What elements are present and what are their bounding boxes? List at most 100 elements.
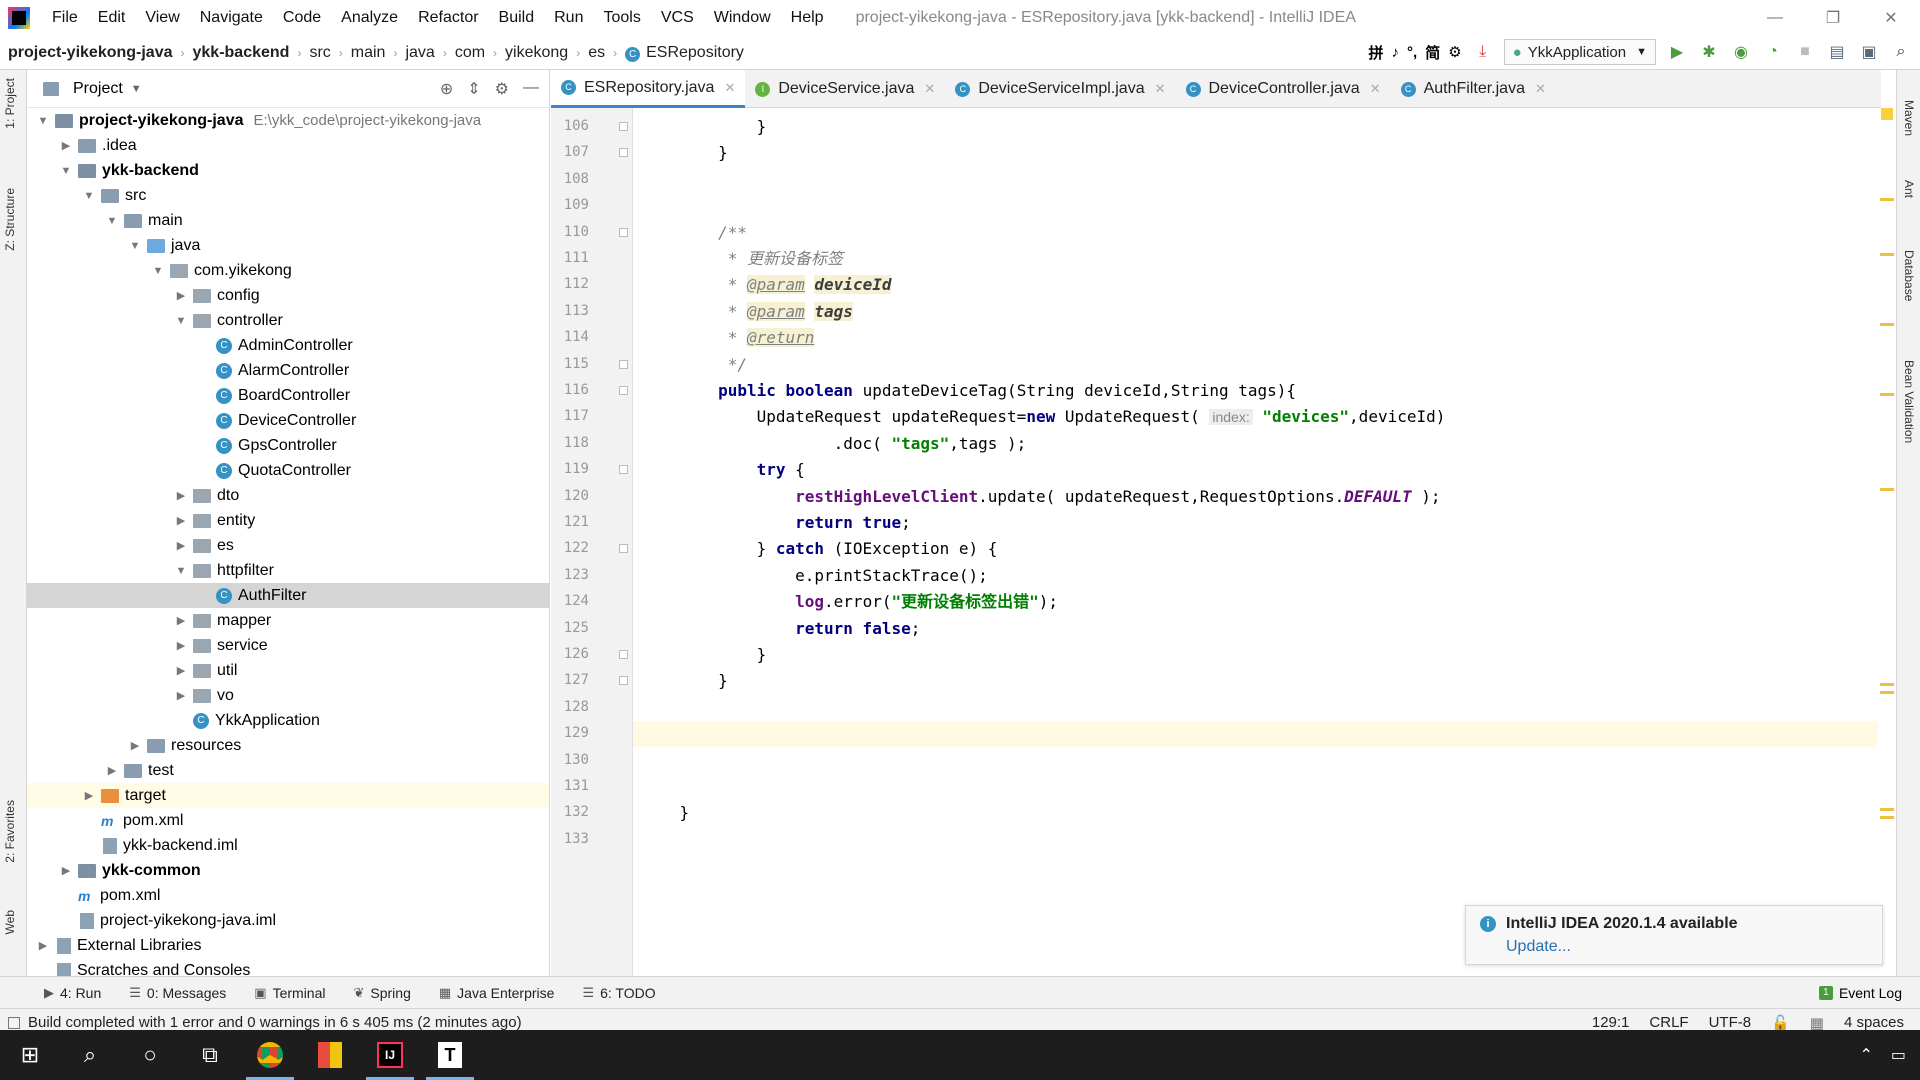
code-line[interactable]: .doc( "tags",tags ); (633, 431, 1027, 457)
tool-tab-ant[interactable]: Ant (1902, 180, 1916, 198)
tree-node[interactable]: ▼ main (27, 208, 549, 233)
code-line[interactable] (633, 721, 1878, 748)
locate-icon[interactable]: ⊕ (440, 79, 453, 99)
close-button[interactable]: ✕ (1862, 0, 1920, 36)
editor-tab[interactable]: I DeviceService.java ✕ (745, 70, 945, 108)
fold-marker-icon[interactable] (619, 544, 628, 554)
gear-icon[interactable]: ⚙ (495, 79, 509, 99)
code-line[interactable]: */ (633, 352, 747, 378)
breadcrumb-item[interactable]: main (343, 44, 394, 62)
fold-marker-icon[interactable] (619, 676, 628, 686)
tree-node[interactable]: ▶ entity (27, 508, 549, 533)
tree-node[interactable]: ▼ controller (27, 308, 549, 333)
tool-tab-favorites[interactable]: 2: Favorites (3, 800, 17, 863)
close-tab-icon[interactable]: ✕ (1155, 81, 1166, 97)
debug-icon[interactable]: ✱ (1698, 41, 1720, 63)
expanded-arrow-icon[interactable]: ▼ (58, 165, 74, 177)
chevron-down-icon[interactable]: ▼ (131, 83, 142, 95)
code-line[interactable]: return false; (633, 616, 920, 642)
tray-chevron-icon[interactable]: ⌃ (1859, 1045, 1872, 1065)
collapsed-arrow-icon[interactable]: ▶ (173, 614, 189, 627)
line-number[interactable]: 108 (551, 171, 589, 187)
event-log-button[interactable]: 1 Event Log (1818, 985, 1920, 1001)
tree-node[interactable]: C YkkApplication (27, 708, 549, 733)
tool-tab-structure[interactable]: Z: Structure (3, 188, 17, 251)
ime-icon[interactable]: ♪ (1392, 44, 1400, 61)
fold-marker-icon[interactable] (619, 465, 628, 475)
tree-node[interactable]: C QuotaController (27, 458, 549, 483)
status-message[interactable]: Build completed with 1 error and 0 warni… (28, 1014, 522, 1031)
run-icon[interactable]: ▶ (1666, 41, 1688, 63)
line-number[interactable]: 115 (551, 356, 589, 372)
code-line[interactable]: } (633, 800, 690, 826)
typora-icon[interactable]: T (420, 1030, 480, 1080)
menu-tools[interactable]: Tools (593, 9, 650, 27)
start-icon[interactable]: ⊞ (0, 1030, 60, 1080)
close-tab-icon[interactable]: ✕ (724, 80, 735, 96)
line-number[interactable]: 128 (551, 699, 589, 715)
fold-marker-icon[interactable] (619, 122, 628, 131)
tree-node[interactable]: ▶ test (27, 758, 549, 783)
expanded-arrow-icon[interactable]: ▼ (173, 315, 189, 327)
fold-marker-icon[interactable] (619, 650, 628, 659)
line-number[interactable]: 117 (551, 408, 589, 424)
stop-icon[interactable]: ■ (1794, 41, 1816, 63)
collapsed-arrow-icon[interactable]: ▶ (81, 789, 97, 802)
inspection-status-icon[interactable] (1881, 108, 1893, 120)
line-number[interactable]: 131 (551, 778, 589, 794)
line-number[interactable]: 114 (551, 329, 589, 345)
code-line[interactable]: } catch (IOException e) { (633, 536, 998, 562)
line-number[interactable]: 120 (551, 488, 589, 504)
search-icon[interactable]: ⌕ (60, 1030, 120, 1080)
line-number[interactable]: 110 (551, 224, 589, 240)
collapsed-arrow-icon[interactable]: ▶ (173, 514, 189, 527)
tool-window-button[interactable]: ▦ Java Enterprise (425, 985, 569, 1001)
collapsed-arrow-icon[interactable]: ▶ (173, 689, 189, 702)
code-line[interactable] (633, 774, 641, 800)
code-line[interactable]: return true; (633, 510, 911, 536)
line-number[interactable]: 123 (551, 567, 589, 583)
menu-analyze[interactable]: Analyze (331, 9, 408, 27)
code-line[interactable]: * @param deviceId (633, 272, 892, 298)
coverage-icon[interactable]: ◉ (1730, 41, 1752, 63)
stripe-marker[interactable] (1880, 253, 1894, 256)
menu-build[interactable]: Build (489, 9, 545, 27)
expanded-arrow-icon[interactable]: ▼ (150, 265, 166, 277)
code-line[interactable] (633, 827, 641, 853)
close-tab-icon[interactable]: ✕ (1535, 81, 1546, 97)
tool-window-button[interactable]: ▶ 4: Run (30, 985, 115, 1001)
tree-node[interactable]: ▶ mapper (27, 608, 549, 633)
tree-node[interactable]: ▶ config (27, 283, 549, 308)
breadcrumb-item[interactable]: es (580, 44, 613, 62)
profile-icon[interactable]: ◔ (1762, 41, 1784, 63)
line-number[interactable]: 122 (551, 540, 589, 556)
code-line[interactable]: log.error("更新设备标签出错"); (633, 589, 1058, 615)
tool-tab-database[interactable]: Database (1902, 250, 1916, 301)
tree-node[interactable]: m pom.xml (27, 808, 549, 833)
search-icon[interactable]: ⌕ (1890, 41, 1912, 63)
indent-setting[interactable]: 4 spaces (1844, 1014, 1904, 1032)
code-line[interactable]: * 更新设备标签 (633, 246, 843, 272)
stripe-marker[interactable] (1880, 393, 1894, 396)
tree-node[interactable]: ▼ httpfilter (27, 558, 549, 583)
caret-position[interactable]: 129:1 (1592, 1014, 1630, 1032)
tree-node[interactable]: C AdminController (27, 333, 549, 358)
lock-icon[interactable]: 🔓 (1771, 1014, 1790, 1032)
fold-marker-icon[interactable] (619, 359, 628, 369)
editor-tab[interactable]: C DeviceController.java ✕ (1176, 70, 1391, 108)
stripe-marker[interactable] (1880, 198, 1894, 201)
breadcrumb-item[interactable]: ykk-backend (185, 44, 298, 62)
chrome-icon[interactable] (240, 1030, 300, 1080)
expanded-arrow-icon[interactable]: ▼ (35, 115, 51, 127)
line-number[interactable]: 116 (551, 382, 589, 398)
collapsed-arrow-icon[interactable]: ▶ (173, 639, 189, 652)
collapsed-arrow-icon[interactable]: ▶ (58, 864, 74, 877)
expanded-arrow-icon[interactable]: ▼ (81, 190, 97, 202)
ime-icon[interactable]: °, (1407, 44, 1417, 61)
fold-marker-icon[interactable] (619, 227, 628, 237)
collapsed-arrow-icon[interactable]: ▶ (173, 489, 189, 502)
tool-tab-web[interactable]: Web (3, 910, 17, 934)
line-number[interactable]: 121 (551, 514, 589, 530)
tool-window-button[interactable]: ▣ Terminal (240, 985, 339, 1001)
code-line[interactable]: } (633, 642, 767, 668)
